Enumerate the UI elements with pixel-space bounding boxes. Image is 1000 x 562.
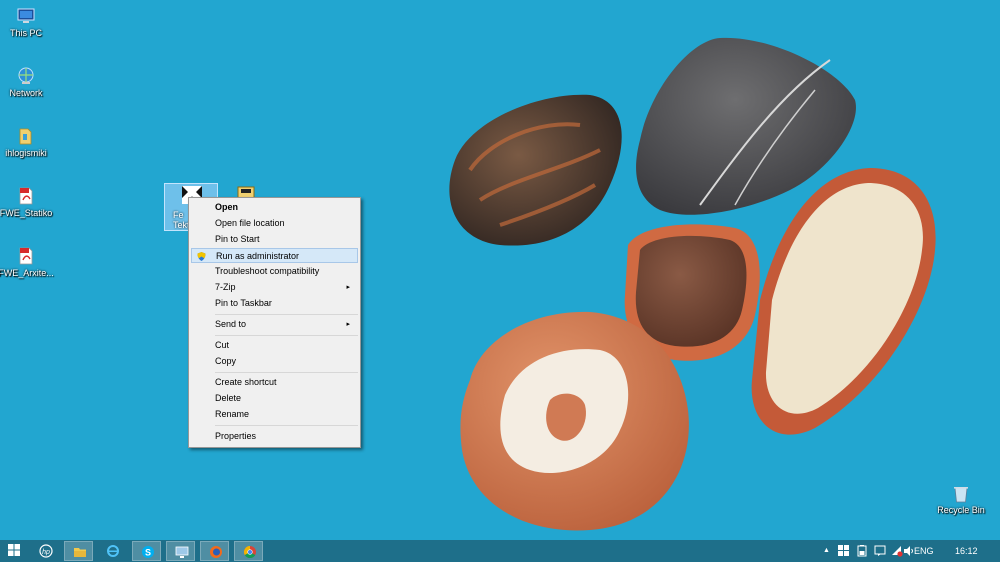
tray-show-hidden-icons[interactable]: ▲ xyxy=(823,540,830,562)
chrome-icon xyxy=(243,546,256,559)
wallpaper-stones xyxy=(449,37,936,531)
menu-item-label: Create shortcut xyxy=(215,377,277,387)
menu-item-rename[interactable]: Rename xyxy=(191,407,358,422)
desktop-icon-label: FWE_Statiko xyxy=(0,208,53,218)
file-explorer-icon xyxy=(74,548,86,557)
start-icon xyxy=(8,544,20,556)
menu-item-cut[interactable]: Cut xyxy=(191,338,358,353)
menu-item-label: Cut xyxy=(215,340,230,350)
menu-item-label: Send to xyxy=(215,319,247,329)
menu-separator xyxy=(215,425,358,426)
recycle-bin-icon xyxy=(954,487,968,503)
menu-item-label: Pin to Taskbar xyxy=(215,298,272,308)
desktop-icon-fwe-arxite[interactable]: FWE_Arxite... xyxy=(0,246,54,278)
wifi-icon[interactable] xyxy=(891,545,903,557)
menu-item-delete[interactable]: Delete xyxy=(191,391,358,406)
svg-text:S: S xyxy=(145,548,151,558)
ie-icon xyxy=(107,545,119,557)
battery-icon[interactable] xyxy=(856,545,868,557)
menu-item-label: Open file location xyxy=(215,218,285,228)
firefox-icon xyxy=(210,546,222,558)
windows-update-icon[interactable] xyxy=(838,545,850,557)
recycle-bin-label: Recycle Bin xyxy=(937,505,985,515)
selected-icon-label-line1: Fe xyxy=(173,210,184,220)
menu-item-label: Troubleshoot compatibility xyxy=(215,266,320,276)
desktop-icon-fwe-statiko[interactable]: FWE_Statiko xyxy=(0,186,54,218)
submenu-arrow-icon: ▸ xyxy=(346,321,350,328)
menu-item-copy[interactable]: Copy xyxy=(191,354,358,369)
menu-item-open[interactable]: Open xyxy=(191,200,358,215)
desktop-icon-label: FWE_Arxite... xyxy=(0,268,54,278)
menu-item-pin-to-taskbar[interactable]: Pin to Taskbar xyxy=(191,296,358,311)
taskbar-chrome[interactable] xyxy=(234,541,263,561)
svg-text:hp: hp xyxy=(42,549,50,556)
taskbar-network-monitor[interactable] xyxy=(166,541,195,561)
menu-item-send-to[interactable]: Send to ▸ xyxy=(191,317,358,332)
desktop-icon-label: ihlogismiki xyxy=(5,148,47,158)
network-icon xyxy=(18,67,34,84)
taskbar-firefox[interactable] xyxy=(200,541,229,561)
menu-item-create-shortcut[interactable]: Create shortcut xyxy=(191,375,358,390)
taskbar: hp S ▲ ENG 16:12 xyxy=(0,540,1000,562)
taskbar-skype[interactable]: S xyxy=(132,541,161,561)
menu-separator xyxy=(215,335,358,336)
desktop-icon-label: This PC xyxy=(9,28,42,38)
menu-item-label: Run as administrator xyxy=(216,251,300,261)
this-pc-icon xyxy=(17,8,35,23)
network-monitor-icon xyxy=(175,546,189,558)
uac-shield-icon xyxy=(197,252,206,261)
submenu-arrow-icon: ▸ xyxy=(346,284,350,291)
menu-item-properties[interactable]: Properties xyxy=(191,429,358,444)
menu-item-label: Properties xyxy=(215,431,257,441)
desktop[interactable]: This PC Network ihlogismiki FWE_Statiko … xyxy=(0,0,1000,540)
menu-item-label: Pin to Start xyxy=(215,234,260,244)
menu-item-troubleshoot-compatibility[interactable]: Troubleshoot compatibility xyxy=(191,264,358,279)
start-button[interactable] xyxy=(0,541,29,561)
hp-icon: hp xyxy=(39,544,53,558)
desktop-icon-ihlogismiki[interactable]: ihlogismiki xyxy=(0,126,54,158)
menu-item-run-as-administrator[interactable]: Run as administrator xyxy=(191,248,358,263)
menu-item-label: Rename xyxy=(215,409,250,419)
menu-item-open-file-location[interactable]: Open file location xyxy=(191,216,358,231)
clock[interactable]: 16:12 xyxy=(955,540,978,562)
desktop-icon-this-pc[interactable]: This PC xyxy=(0,6,54,38)
desktop-icon-recycle-bin[interactable]: Recycle Bin xyxy=(936,485,986,515)
menu-item-label: Delete xyxy=(215,393,242,403)
action-center-icon[interactable] xyxy=(874,545,886,557)
menu-item-label: Copy xyxy=(215,356,237,366)
taskbar-internet-explorer[interactable] xyxy=(98,541,127,561)
menu-item-7zip[interactable]: 7-Zip ▸ xyxy=(191,280,358,295)
menu-item-label: 7-Zip xyxy=(215,282,236,292)
taskbar-hp[interactable]: hp xyxy=(31,541,60,561)
folder-icon xyxy=(19,128,32,145)
menu-item-pin-to-start[interactable]: Pin to Start xyxy=(191,232,358,247)
menu-separator xyxy=(215,372,358,373)
desktop-icon-network[interactable]: Network xyxy=(0,66,54,98)
input-language-indicator[interactable]: ENG xyxy=(914,540,934,562)
desktop-icon-label: Network xyxy=(9,88,43,98)
pdf-icon xyxy=(19,247,33,265)
menu-item-label: Open xyxy=(215,202,239,212)
context-menu: Open Open file location Pin to Start Run… xyxy=(188,197,361,448)
menu-separator xyxy=(215,314,358,315)
skype-icon: S xyxy=(142,546,154,558)
pdf-icon xyxy=(19,187,33,205)
taskbar-file-explorer[interactable] xyxy=(64,541,93,561)
